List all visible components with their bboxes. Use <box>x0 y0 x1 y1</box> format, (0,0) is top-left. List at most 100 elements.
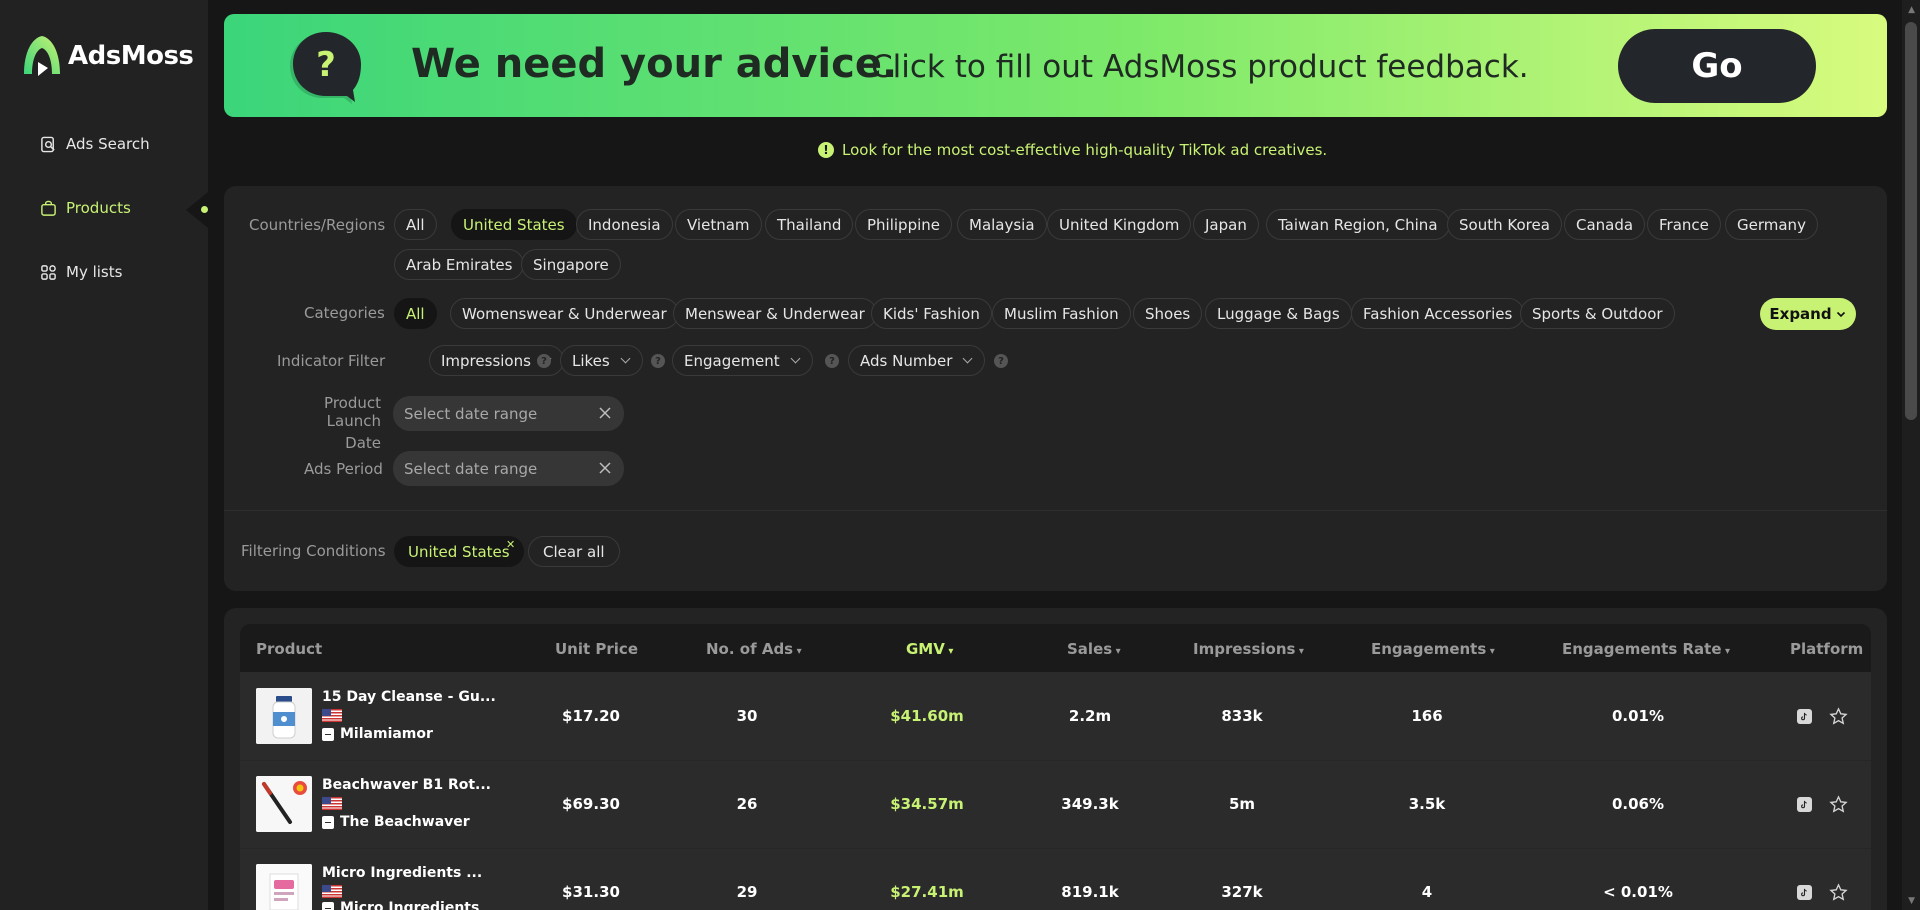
product-thumbnail[interactable] <box>256 776 312 832</box>
col-engagements[interactable]: Engagements <box>1371 640 1495 658</box>
product-name[interactable]: Micro Ingredients ... <box>322 865 482 881</box>
likes-dropdown[interactable]: Likes <box>560 345 643 376</box>
col-sales[interactable]: Sales <box>1067 640 1121 658</box>
sidebar-item-label: My lists <box>66 263 123 281</box>
col-gmv[interactable]: GMV <box>906 640 953 658</box>
category-chip-shoes[interactable]: Shoes <box>1133 298 1203 329</box>
expand-label: Expand <box>1769 305 1832 323</box>
scrollbar[interactable]: ▲ ▼ <box>1902 0 1920 910</box>
scroll-down-icon[interactable]: ▼ <box>1908 896 1915 906</box>
product-image <box>256 776 312 832</box>
impressions: 5m <box>1228 795 1256 813</box>
scrollbar-thumb[interactable] <box>1905 22 1917 420</box>
star-icon[interactable] <box>1829 795 1848 814</box>
country-chip-germany[interactable]: Germany <box>1725 209 1818 240</box>
country-chip-malaysia[interactable]: Malaysia <box>957 209 1047 240</box>
go-button[interactable]: Go <box>1618 29 1816 103</box>
engagements-rate: < 0.01% <box>1603 883 1673 901</box>
date-placeholder: Select date range <box>404 459 538 478</box>
product-name[interactable]: Beachwaver B1 Rot... <box>322 777 491 793</box>
category-chip-all[interactable]: All <box>394 298 437 329</box>
col-impressions[interactable]: Impressions <box>1193 640 1304 658</box>
shop-name[interactable]: The Beachwaver <box>322 814 470 830</box>
sidebar: AdsMoss Ads Search Products My lists <box>0 0 208 910</box>
country-chip-canada[interactable]: Canada <box>1564 209 1646 240</box>
close-icon[interactable] <box>598 461 612 475</box>
engagements-rate: 0.06% <box>1611 795 1665 813</box>
category-chip-muslim-fashion[interactable]: Muslim Fashion <box>992 298 1131 329</box>
us-flag-icon <box>322 885 342 898</box>
sidebar-item-my-lists[interactable]: My lists <box>40 263 122 281</box>
country-chip-japan[interactable]: Japan <box>1193 209 1259 240</box>
tip-text: Look for the most cost-effective high-qu… <box>842 141 1328 159</box>
impressions: 327k <box>1221 883 1263 901</box>
category-chip-sports-outdoor[interactable]: Sports & Outdoor <box>1520 298 1675 329</box>
star-icon[interactable] <box>1829 707 1848 726</box>
tiktok-icon[interactable] <box>1797 797 1812 812</box>
sidebar-item-ads-search[interactable]: Ads Search <box>40 135 150 153</box>
clear-all-button[interactable]: Clear all <box>528 536 620 567</box>
gmv: $41.60m <box>890 707 964 725</box>
col-unit-price: Unit Price <box>555 640 638 658</box>
country-chip-all[interactable]: All <box>394 209 437 240</box>
engagements: 3.5k <box>1408 795 1446 813</box>
category-chip-womenswear[interactable]: Womenswear & Underwear <box>450 298 679 329</box>
filter-panel <box>224 186 1887 591</box>
shop-name[interactable]: Micro Ingredients <box>322 900 479 910</box>
banner-subtitle: Click to fill out AdsMoss product feedba… <box>871 49 1529 85</box>
category-chip-menswear[interactable]: Menswear & Underwear <box>673 298 877 329</box>
product-thumbnail[interactable] <box>256 864 312 910</box>
category-chip-fashion-accessories[interactable]: Fashion Accessories <box>1351 298 1525 329</box>
expand-button[interactable]: Expand <box>1760 298 1856 330</box>
search-doc-icon <box>41 136 55 152</box>
shop-label: Milamiamor <box>340 726 433 742</box>
country-chip-thailand[interactable]: Thailand <box>765 209 854 240</box>
engagement-dropdown[interactable]: Engagement <box>672 345 813 376</box>
country-chip-arab-emirates[interactable]: Arab Emirates <box>394 249 525 280</box>
gmv: $34.57m <box>890 795 964 813</box>
help-icon[interactable]: ? <box>651 354 665 368</box>
scroll-up-icon[interactable]: ▲ <box>1908 5 1915 15</box>
col-no-of-ads[interactable]: No. of Ads <box>706 640 802 658</box>
remove-condition-icon[interactable]: ✕ <box>506 538 515 551</box>
close-icon[interactable] <box>598 406 612 420</box>
sidebar-item-products[interactable]: Products <box>40 199 131 217</box>
star-icon[interactable] <box>1829 883 1848 902</box>
row-divider <box>240 760 1871 761</box>
shop-name[interactable]: Milamiamor <box>322 726 433 742</box>
category-chip-luggage-bags[interactable]: Luggage & Bags <box>1205 298 1352 329</box>
country-chip-united-states[interactable]: United States <box>451 209 577 240</box>
bag-icon <box>41 200 56 216</box>
product-launch-date-input[interactable]: Select date range <box>393 396 624 431</box>
ads-number-dropdown[interactable]: Ads Number <box>848 345 986 376</box>
tiktok-icon[interactable] <box>1797 709 1812 724</box>
country-chip-united-kingdom[interactable]: United Kingdom <box>1047 209 1192 240</box>
country-chip-indonesia[interactable]: Indonesia <box>576 209 673 240</box>
country-chip-philippine[interactable]: Philippine <box>855 209 953 240</box>
help-icon[interactable]: ? <box>825 354 839 368</box>
ads-period-input[interactable]: Select date range <box>393 451 624 486</box>
country-chip-france[interactable]: France <box>1647 209 1721 240</box>
country-chip-taiwan[interactable]: Taiwan Region, China <box>1266 209 1450 240</box>
row-divider <box>240 848 1871 849</box>
feedback-banner[interactable]: ? We need your advice. Click to fill out… <box>224 14 1887 117</box>
active-nav-dot <box>201 206 208 213</box>
product-thumbnail[interactable] <box>256 688 312 744</box>
category-chip-kids-fashion[interactable]: Kids' Fashion <box>871 298 992 329</box>
unit-price: $69.30 <box>562 795 620 813</box>
country-chip-vietnam[interactable]: Vietnam <box>675 209 762 240</box>
tiktok-icon[interactable] <box>1797 885 1812 900</box>
help-icon[interactable]: ? <box>537 354 551 368</box>
svg-text:?: ? <box>316 45 336 85</box>
product-name[interactable]: 15 Day Cleanse - Gu... <box>322 689 496 705</box>
logo[interactable]: AdsMoss <box>20 32 194 80</box>
col-engagements-rate[interactable]: Engagements Rate <box>1562 640 1730 658</box>
banner-title: We need your advice. <box>411 41 898 87</box>
indicator-filter-label: Indicator Filter <box>277 352 386 370</box>
question-bubble-icon: ? <box>290 32 361 104</box>
help-icon[interactable]: ? <box>994 354 1008 368</box>
adsmoss-logo-icon <box>24 36 60 76</box>
country-chip-singapore[interactable]: Singapore <box>521 249 621 280</box>
no-of-ads: 26 <box>736 795 758 813</box>
country-chip-south-korea[interactable]: South Korea <box>1447 209 1562 240</box>
